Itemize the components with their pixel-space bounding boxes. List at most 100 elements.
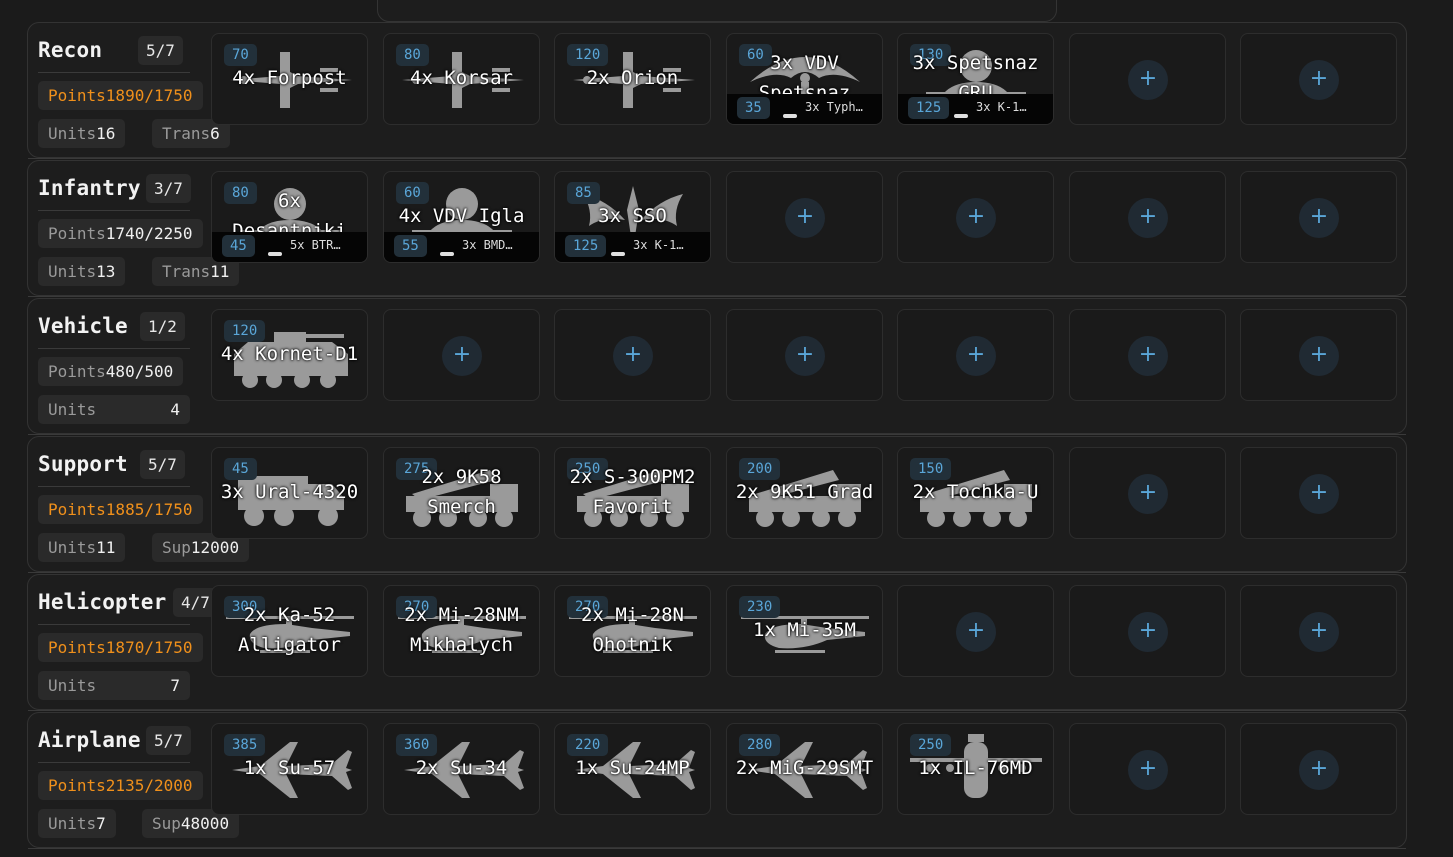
unit-card[interactable]: 220 1x Su-24MP — [554, 723, 711, 815]
add-unit-button[interactable]: + — [1128, 474, 1168, 514]
extra-value: 48000 — [180, 814, 230, 833]
category-airplane: Airplane 5/7 Points2135/2000 Units7 Sup48000… — [27, 712, 1407, 849]
unit-card[interactable]: 60 4x VDV Igla 55 3x BMD… — [383, 171, 540, 263]
points-badge: Points2135/2000 — [38, 771, 203, 800]
transport-row[interactable]: 125 3x K-1… — [555, 232, 710, 262]
empty-slot[interactable]: + — [1069, 723, 1226, 815]
units-label: Units — [48, 400, 97, 419]
add-unit-button[interactable]: + — [1299, 612, 1339, 652]
category-divider — [38, 72, 190, 73]
transport-row[interactable]: 55 3x BMD… — [384, 232, 539, 262]
add-unit-button[interactable]: + — [1128, 336, 1168, 376]
points-label: Points — [48, 500, 106, 519]
add-unit-button[interactable]: + — [956, 336, 996, 376]
units-value: 7 — [170, 676, 180, 695]
empty-slot[interactable]: + — [1069, 447, 1226, 539]
empty-slot[interactable]: + — [1240, 309, 1397, 401]
empty-slot[interactable]: + — [1069, 309, 1226, 401]
category-title: Vehicle — [38, 314, 128, 338]
unit-card[interactable]: 280 2x MiG-29SMT — [726, 723, 883, 815]
unit-name: 4x VDV Igla — [398, 205, 525, 227]
unit-card[interactable]: 275 2x 9K58 Smerch — [383, 447, 540, 539]
extra-value: 11 — [210, 262, 230, 281]
units-label: Units — [48, 814, 97, 833]
add-unit-button[interactable]: + — [1299, 60, 1339, 100]
points-label: Points — [48, 776, 106, 795]
unit-card[interactable]: 270 2x Mi-28NM Mikhalych — [383, 585, 540, 677]
unit-card[interactable]: 250 2x S-300PM2 Favorit — [554, 447, 711, 539]
add-unit-button[interactable]: + — [1299, 750, 1339, 790]
add-unit-button[interactable]: + — [785, 198, 825, 238]
empty-slot[interactable]: + — [1240, 723, 1397, 815]
units-badge: Units 7 — [38, 671, 190, 700]
empty-slot[interactable]: + — [1240, 447, 1397, 539]
empty-slot[interactable]: + — [897, 171, 1054, 263]
unit-card[interactable]: 230 1x Mi-35M — [726, 585, 883, 677]
transport-name: 3x Typh… — [805, 100, 863, 114]
unit-name: 3x Ural-4320 — [220, 481, 359, 503]
empty-slot[interactable]: + — [726, 171, 883, 263]
empty-slot[interactable]: + — [1069, 33, 1226, 125]
points-badge: Points1740/2250 — [38, 219, 203, 248]
empty-slot[interactable]: + — [1069, 171, 1226, 263]
truck-icon — [783, 105, 797, 118]
add-unit-button[interactable]: + — [1128, 198, 1168, 238]
unit-card[interactable]: 385 1x Su-57 — [211, 723, 368, 815]
transport-row[interactable]: 125 3x K-1… — [898, 94, 1053, 124]
unit-name: 2x Orion — [586, 67, 679, 89]
empty-slot[interactable]: + — [1240, 585, 1397, 677]
points-badge: Points1870/1750 — [38, 633, 203, 662]
unit-card[interactable]: 150 2x Tochka-U — [897, 447, 1054, 539]
unit-name: 3x SSO — [598, 205, 667, 227]
add-unit-button[interactable]: + — [1128, 60, 1168, 100]
points-label: Points — [48, 86, 106, 105]
add-unit-button[interactable]: + — [1128, 612, 1168, 652]
unit-card[interactable]: 250 1x IL-76MD — [897, 723, 1054, 815]
empty-slot[interactable]: + — [1240, 33, 1397, 125]
empty-slot[interactable]: + — [726, 309, 883, 401]
add-unit-button[interactable]: + — [1128, 750, 1168, 790]
empty-slot[interactable]: + — [897, 585, 1054, 677]
category-divider — [38, 348, 190, 349]
empty-slot[interactable]: + — [897, 309, 1054, 401]
empty-slot[interactable]: + — [1069, 585, 1226, 677]
unit-card[interactable]: 60 3x VDV Spetsnaz 35 3x Typh… — [726, 33, 883, 125]
unit-card[interactable]: 300 2x Ka-52 Alligator — [211, 585, 368, 677]
unit-card[interactable]: 200 2x 9K51 Grad — [726, 447, 883, 539]
transport-row[interactable]: 35 3x Typh… — [727, 94, 882, 124]
units-value: 16 — [96, 124, 116, 143]
unit-card[interactable]: 120 2x Orion — [554, 33, 711, 125]
category-title: Recon — [38, 38, 103, 62]
apc-icon — [268, 243, 282, 256]
add-unit-button[interactable]: + — [785, 336, 825, 376]
unit-card[interactable]: 45 3x Ural-4320 — [211, 447, 368, 539]
category-vehicle: Vehicle 1/2 Points480/500 Units 4 120 4x Korne… — [27, 298, 1407, 435]
category-infantry: Infantry 3/7 Points1740/2250 Units13 Trans11… — [27, 160, 1407, 297]
unit-card[interactable]: 80 4x Korsar — [383, 33, 540, 125]
row-separator — [28, 572, 1406, 573]
empty-slot[interactable]: + — [383, 309, 540, 401]
unit-card[interactable]: 80 6x Desantniki 45 5x BTR… — [211, 171, 368, 263]
unit-card[interactable]: 130 3x Spetsnaz GRU 125 3x K-1… — [897, 33, 1054, 125]
add-unit-button[interactable]: + — [1299, 336, 1339, 376]
unit-card[interactable]: 70 4x Forpost — [211, 33, 368, 125]
transport-cost-badge: 125 — [908, 97, 950, 119]
transport-row[interactable]: 45 5x BTR… — [212, 232, 367, 262]
unit-card[interactable]: 270 2x Mi-28N Ohotnik — [554, 585, 711, 677]
unit-card[interactable]: 360 2x Su-34 — [383, 723, 540, 815]
unit-card[interactable]: 85 3x SSO 125 3x K-1… — [554, 171, 711, 263]
add-unit-button[interactable]: + — [1299, 198, 1339, 238]
add-unit-button[interactable]: + — [442, 336, 482, 376]
points-value: 1885/1750 — [105, 500, 193, 519]
unit-name: 1x Su-24MP — [575, 757, 690, 779]
unit-name: 4x Forpost — [232, 67, 347, 89]
empty-slot[interactable]: + — [1240, 171, 1397, 263]
units-label: Units — [48, 262, 97, 281]
add-unit-button[interactable]: + — [1299, 474, 1339, 514]
add-unit-button[interactable]: + — [956, 198, 996, 238]
add-unit-button[interactable]: + — [613, 336, 653, 376]
add-unit-button[interactable]: + — [956, 612, 996, 652]
unit-card[interactable]: 120 4x Kornet-D1 — [211, 309, 368, 401]
unit-name: 2x Mi-28N Ohotnik — [581, 604, 684, 656]
empty-slot[interactable]: + — [554, 309, 711, 401]
